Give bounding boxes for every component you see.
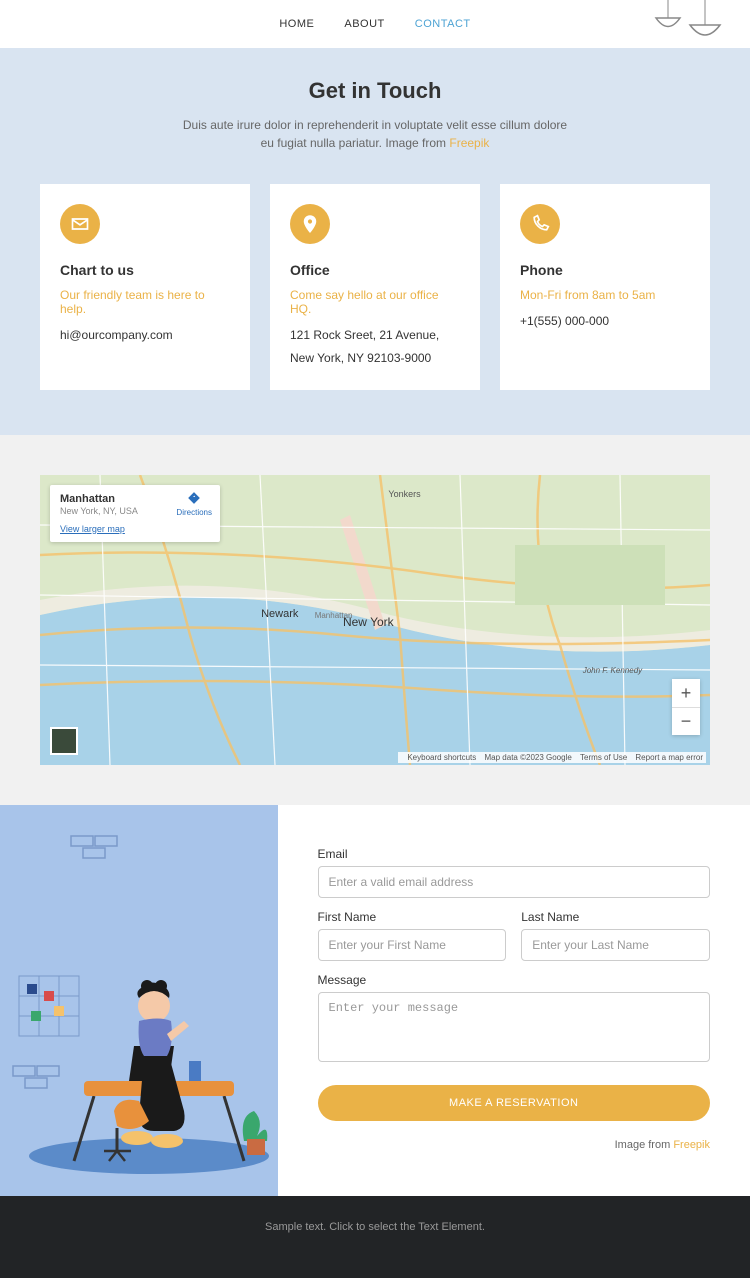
card-office: Office Come say hello at our office HQ. … xyxy=(270,184,480,390)
person-at-desk-illustration xyxy=(0,956,278,1176)
map-zoom-out-button[interactable]: − xyxy=(672,707,700,735)
footer: Sample text. Click to select the Text El… xyxy=(0,1196,750,1278)
nav-contact[interactable]: CONTACT xyxy=(415,18,471,30)
map-report-link[interactable]: Report a map error xyxy=(635,753,703,762)
card-phone-title: Phone xyxy=(520,262,690,278)
map-attribution: Keyboard shortcuts Map data ©2023 Google… xyxy=(398,752,706,763)
footer-text[interactable]: Sample text. Click to select the Text El… xyxy=(265,1221,485,1233)
msg-input[interactable] xyxy=(318,992,711,1062)
map-section: New York Manhattan Newark Yonkers John F… xyxy=(0,435,750,805)
lname-input[interactable] xyxy=(521,929,710,961)
fname-label: First Name xyxy=(318,910,507,924)
map-data-attr: Map data ©2023 Google xyxy=(485,753,572,762)
hero-freepik-link[interactable]: Freepik xyxy=(449,136,489,150)
form-illustration-panel xyxy=(0,805,278,1196)
mail-icon xyxy=(60,204,100,244)
card-phone: Phone Mon-Fri from 8am to 5am +1(555) 00… xyxy=(500,184,710,390)
card-chat-title: Chart to us xyxy=(60,262,230,278)
map-satellite-toggle[interactable] xyxy=(50,727,78,755)
phone-icon xyxy=(520,204,560,244)
card-office-tagline: Come say hello at our office HQ. xyxy=(290,288,460,316)
form-section: Email First Name Last Name Message MAKE … xyxy=(0,805,750,1196)
form-freepik-link[interactable]: Freepik xyxy=(673,1139,710,1151)
msg-label: Message xyxy=(318,973,711,987)
map-directions-button[interactable]: Directions xyxy=(176,491,212,517)
google-map[interactable]: New York Manhattan Newark Yonkers John F… xyxy=(40,475,710,765)
card-office-title: Office xyxy=(290,262,460,278)
fname-input[interactable] xyxy=(318,929,507,961)
hero-section: Get in Touch Duis aute irure dolor in re… xyxy=(0,48,750,435)
nav-about[interactable]: ABOUT xyxy=(344,18,384,30)
pin-icon xyxy=(290,204,330,244)
map-kb-shortcuts[interactable]: Keyboard shortcuts xyxy=(407,753,476,762)
email-label: Email xyxy=(318,847,711,861)
map-zoom-controls: + − xyxy=(672,679,700,735)
main-nav: HOME ABOUT CONTACT xyxy=(0,0,750,48)
map-label-manhattan: Manhattan xyxy=(315,611,353,620)
contact-form: Email First Name Last Name Message MAKE … xyxy=(278,805,750,1196)
email-input[interactable] xyxy=(318,866,711,898)
card-phone-number: +1(555) 000-000 xyxy=(520,310,690,333)
card-phone-tagline: Mon-Fri from 8am to 5am xyxy=(520,288,690,302)
contact-cards: Chart to us Our friendly team is here to… xyxy=(40,184,710,390)
map-label-newark: Newark xyxy=(261,608,298,620)
card-office-addr2: New York, NY 92103-9000 xyxy=(290,347,460,370)
card-office-addr1: 121 Rock Sreet, 21 Avenue, xyxy=(290,324,460,347)
map-label-yonkers: Yonkers xyxy=(388,489,420,499)
form-credit: Image from Freepik xyxy=(318,1139,711,1151)
hero-subtitle: Duis aute irure dolor in reprehenderit i… xyxy=(175,116,575,152)
map-infobox: Directions Manhattan New York, NY, USA V… xyxy=(50,485,220,542)
map-terms-link[interactable]: Terms of Use xyxy=(580,753,627,762)
lname-label: Last Name xyxy=(521,910,710,924)
page-title: Get in Touch xyxy=(40,78,710,104)
card-chat-tagline: Our friendly team is here to help. xyxy=(60,288,230,316)
card-chat-email: hi@ourcompany.com xyxy=(60,324,230,347)
submit-button[interactable]: MAKE A RESERVATION xyxy=(318,1085,711,1121)
card-chat: Chart to us Our friendly team is here to… xyxy=(40,184,250,390)
map-view-larger-link[interactable]: View larger map xyxy=(60,524,210,534)
lamp-icon xyxy=(650,0,730,50)
nav-home[interactable]: HOME xyxy=(279,18,314,30)
map-zoom-in-button[interactable]: + xyxy=(672,679,700,707)
map-label-jfk: John F. Kennedy xyxy=(583,666,642,675)
